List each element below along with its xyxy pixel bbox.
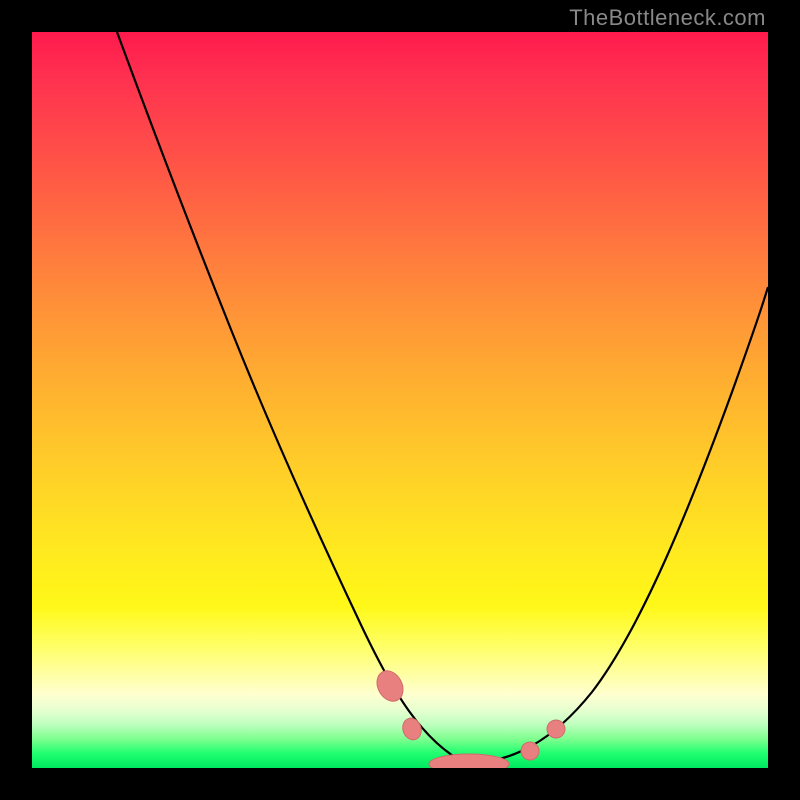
watermark-text: TheBottleneck.com [569, 5, 766, 31]
left-curve [117, 32, 467, 764]
curve-overlay [32, 32, 768, 768]
right-curve [467, 287, 768, 764]
marker-group [372, 666, 568, 768]
bottom-pill [429, 754, 509, 768]
left-lower-dot [400, 716, 424, 743]
chart-container: TheBottleneck.com [0, 0, 800, 800]
